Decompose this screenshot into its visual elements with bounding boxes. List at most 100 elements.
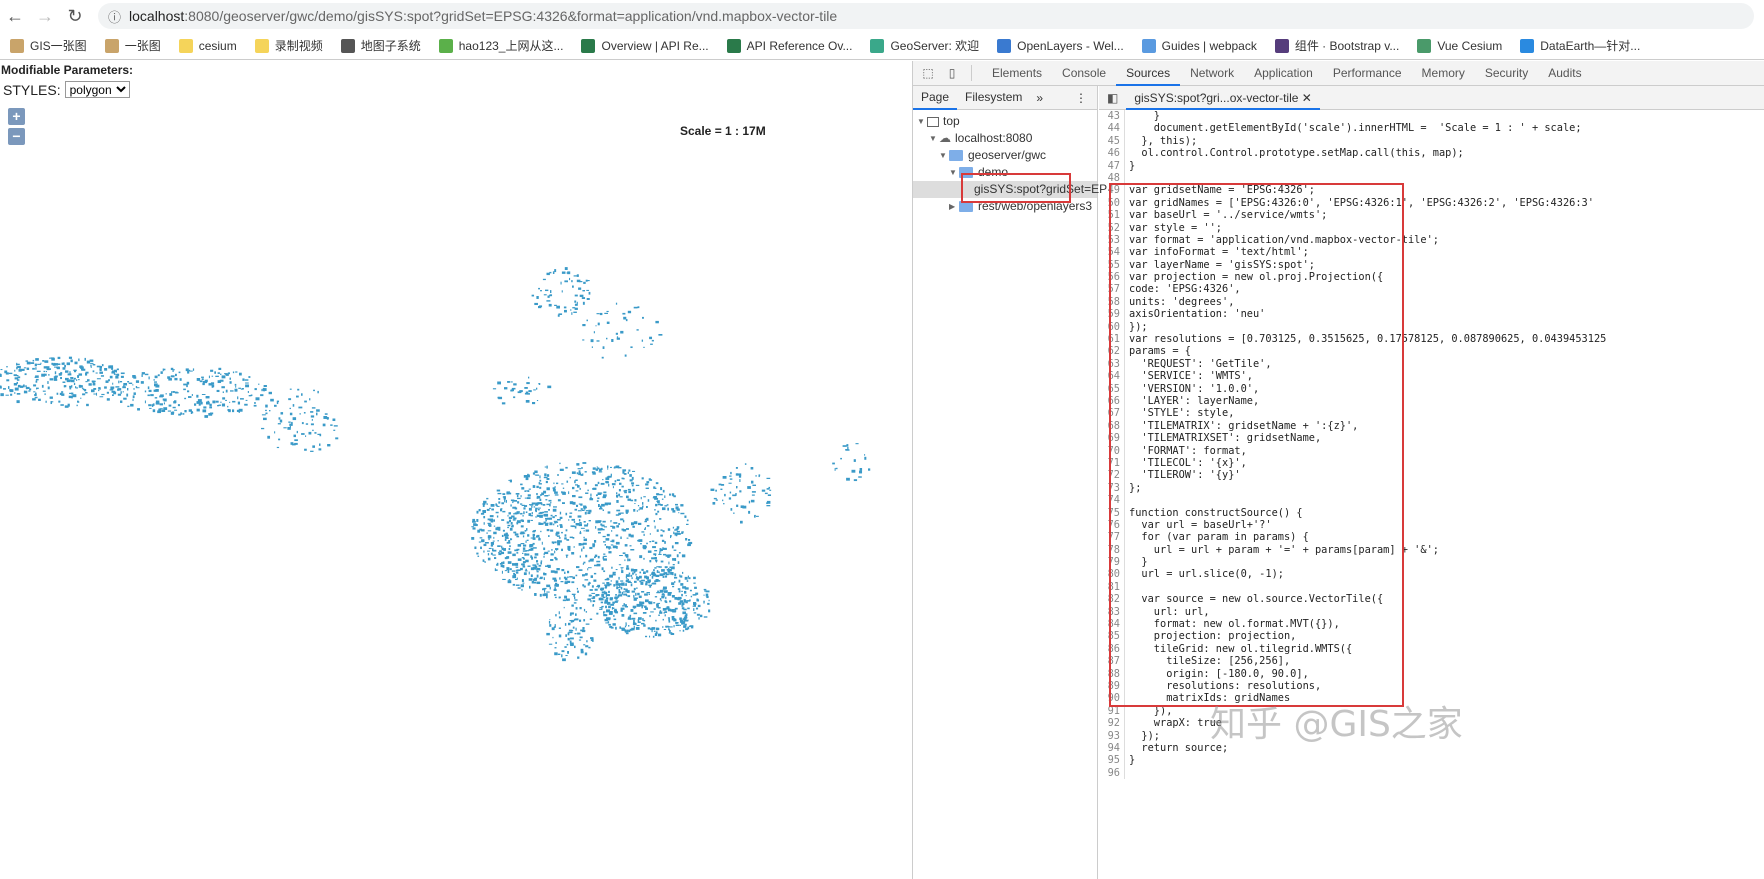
map-feature — [640, 543, 642, 544]
close-icon[interactable]: ✕ — [1302, 91, 1312, 105]
bookmark-item[interactable]: 一张图 — [105, 37, 161, 54]
reload-button[interactable]: ↻ — [60, 6, 90, 27]
bookmark-icon — [341, 39, 355, 53]
map-feature — [93, 388, 96, 390]
inspect-icon[interactable]: ⬚ — [919, 66, 937, 80]
tab-application[interactable]: Application — [1244, 61, 1323, 86]
map-feature — [550, 559, 553, 561]
map-feature — [502, 571, 503, 574]
map-feature — [6, 379, 9, 381]
zoom-in-button[interactable]: + — [8, 108, 25, 125]
more-tabs-button[interactable]: » — [1036, 91, 1043, 105]
map-feature — [502, 579, 506, 580]
tab-network[interactable]: Network — [1180, 61, 1244, 86]
map-feature — [79, 365, 82, 368]
map-feature — [648, 585, 652, 586]
tab-performance[interactable]: Performance — [1323, 61, 1412, 86]
menu-icon[interactable]: ⋮ — [1075, 91, 1087, 105]
map-feature — [689, 600, 691, 601]
tab-elements[interactable]: Elements — [982, 61, 1052, 86]
map-feature — [71, 360, 73, 363]
map-canvas[interactable] — [0, 61, 912, 879]
bookmark-label: API Reference Ov... — [747, 39, 853, 53]
bookmark-item[interactable]: hao123_上网从这... — [439, 37, 564, 54]
map-feature — [620, 496, 623, 497]
toggle-navigator-icon[interactable]: ◧ — [1107, 91, 1118, 105]
map-feature — [724, 494, 726, 496]
map-feature — [555, 647, 557, 648]
map-feature — [576, 575, 578, 577]
map-feature — [637, 625, 640, 626]
map-feature — [546, 633, 550, 635]
tree-item-folder[interactable]: ▼geoserver/gwc — [913, 147, 1097, 164]
map-feature — [550, 587, 551, 590]
map-feature — [653, 553, 656, 555]
bookmark-item[interactable]: GIS一张图 — [10, 37, 87, 54]
map-feature — [521, 584, 524, 587]
map-feature — [574, 597, 575, 599]
map-feature — [655, 633, 657, 636]
bookmark-item[interactable]: 组件 · Bootstrap v... — [1275, 37, 1399, 54]
map-feature — [616, 583, 620, 586]
map-feature — [642, 317, 644, 319]
map-feature — [42, 360, 44, 362]
tree-item-host[interactable]: ▼☁localhost:8080 — [913, 130, 1097, 147]
navigator-tabs: Page Filesystem » ⋮ — [913, 86, 1097, 110]
file-tab[interactable]: gisSYS:spot?gri...ox-vector-tile ✕ — [1126, 86, 1319, 110]
zoom-out-button[interactable]: − — [8, 128, 25, 145]
map-feature — [219, 405, 222, 406]
map-feature — [584, 609, 585, 611]
tree-item-file[interactable]: gisSYS:spot?gridSet=EP — [913, 181, 1097, 198]
map-feature — [611, 567, 612, 569]
bookmark-item[interactable]: OpenLayers - Wel... — [997, 39, 1124, 53]
map-feature — [654, 567, 656, 568]
info-icon[interactable]: ⓘ — [108, 7, 121, 26]
line-number: 96 — [1099, 767, 1125, 779]
bookmark-item[interactable]: DataEarth—针对... — [1520, 37, 1640, 54]
tab-sources[interactable]: Sources — [1116, 61, 1180, 86]
forward-button[interactable]: → — [30, 6, 60, 27]
tab-console[interactable]: Console — [1052, 61, 1116, 86]
map-feature — [240, 398, 244, 399]
map-feature — [736, 486, 738, 488]
map-feature — [163, 407, 167, 410]
map-feature — [501, 546, 502, 549]
tab-memory[interactable]: Memory — [1412, 61, 1475, 86]
map-feature — [641, 531, 644, 532]
device-toggle-icon[interactable]: ▯ — [943, 66, 961, 80]
map-feature — [626, 555, 629, 557]
bookmark-item[interactable]: cesium — [179, 39, 237, 53]
bookmark-item[interactable]: 录制视频 — [255, 37, 323, 54]
map-feature — [580, 504, 582, 506]
bookmark-item[interactable]: API Reference Ov... — [727, 39, 853, 53]
map-feature — [254, 405, 257, 407]
bookmark-item[interactable]: Vue Cesium — [1417, 39, 1502, 53]
map-feature — [47, 381, 48, 384]
map-feature — [539, 482, 541, 483]
bookmark-item[interactable]: Overview | API Re... — [581, 39, 708, 53]
map-feature — [498, 501, 500, 503]
map-feature — [659, 518, 661, 520]
map-feature — [602, 479, 603, 480]
map-feature — [628, 311, 631, 313]
map-feature — [578, 510, 582, 511]
tab-security[interactable]: Security — [1475, 61, 1538, 86]
tab-page[interactable]: Page — [913, 86, 957, 110]
tree-item-top[interactable]: ▼top — [913, 113, 1097, 130]
map-feature — [71, 377, 73, 379]
map-feature — [471, 537, 474, 540]
bookmark-item[interactable]: GeoServer: 欢迎 — [870, 37, 979, 54]
bookmark-item[interactable]: 地图子系统 — [341, 37, 421, 54]
tab-audits[interactable]: Audits — [1538, 61, 1591, 86]
map-feature — [564, 607, 565, 608]
bookmark-label: Vue Cesium — [1437, 39, 1502, 53]
back-button[interactable]: ← — [0, 6, 30, 27]
styles-select[interactable]: polygon — [65, 81, 130, 98]
bookmark-label: 一张图 — [125, 37, 161, 54]
bookmark-item[interactable]: Guides | webpack — [1142, 39, 1257, 53]
map-feature — [590, 637, 593, 639]
tab-filesystem[interactable]: Filesystem — [957, 85, 1030, 110]
map-feature — [633, 622, 636, 623]
url-input[interactable]: ⓘ localhost:8080/geoserver/gwc/demo/gisS… — [98, 3, 1754, 29]
map-feature — [560, 526, 563, 528]
